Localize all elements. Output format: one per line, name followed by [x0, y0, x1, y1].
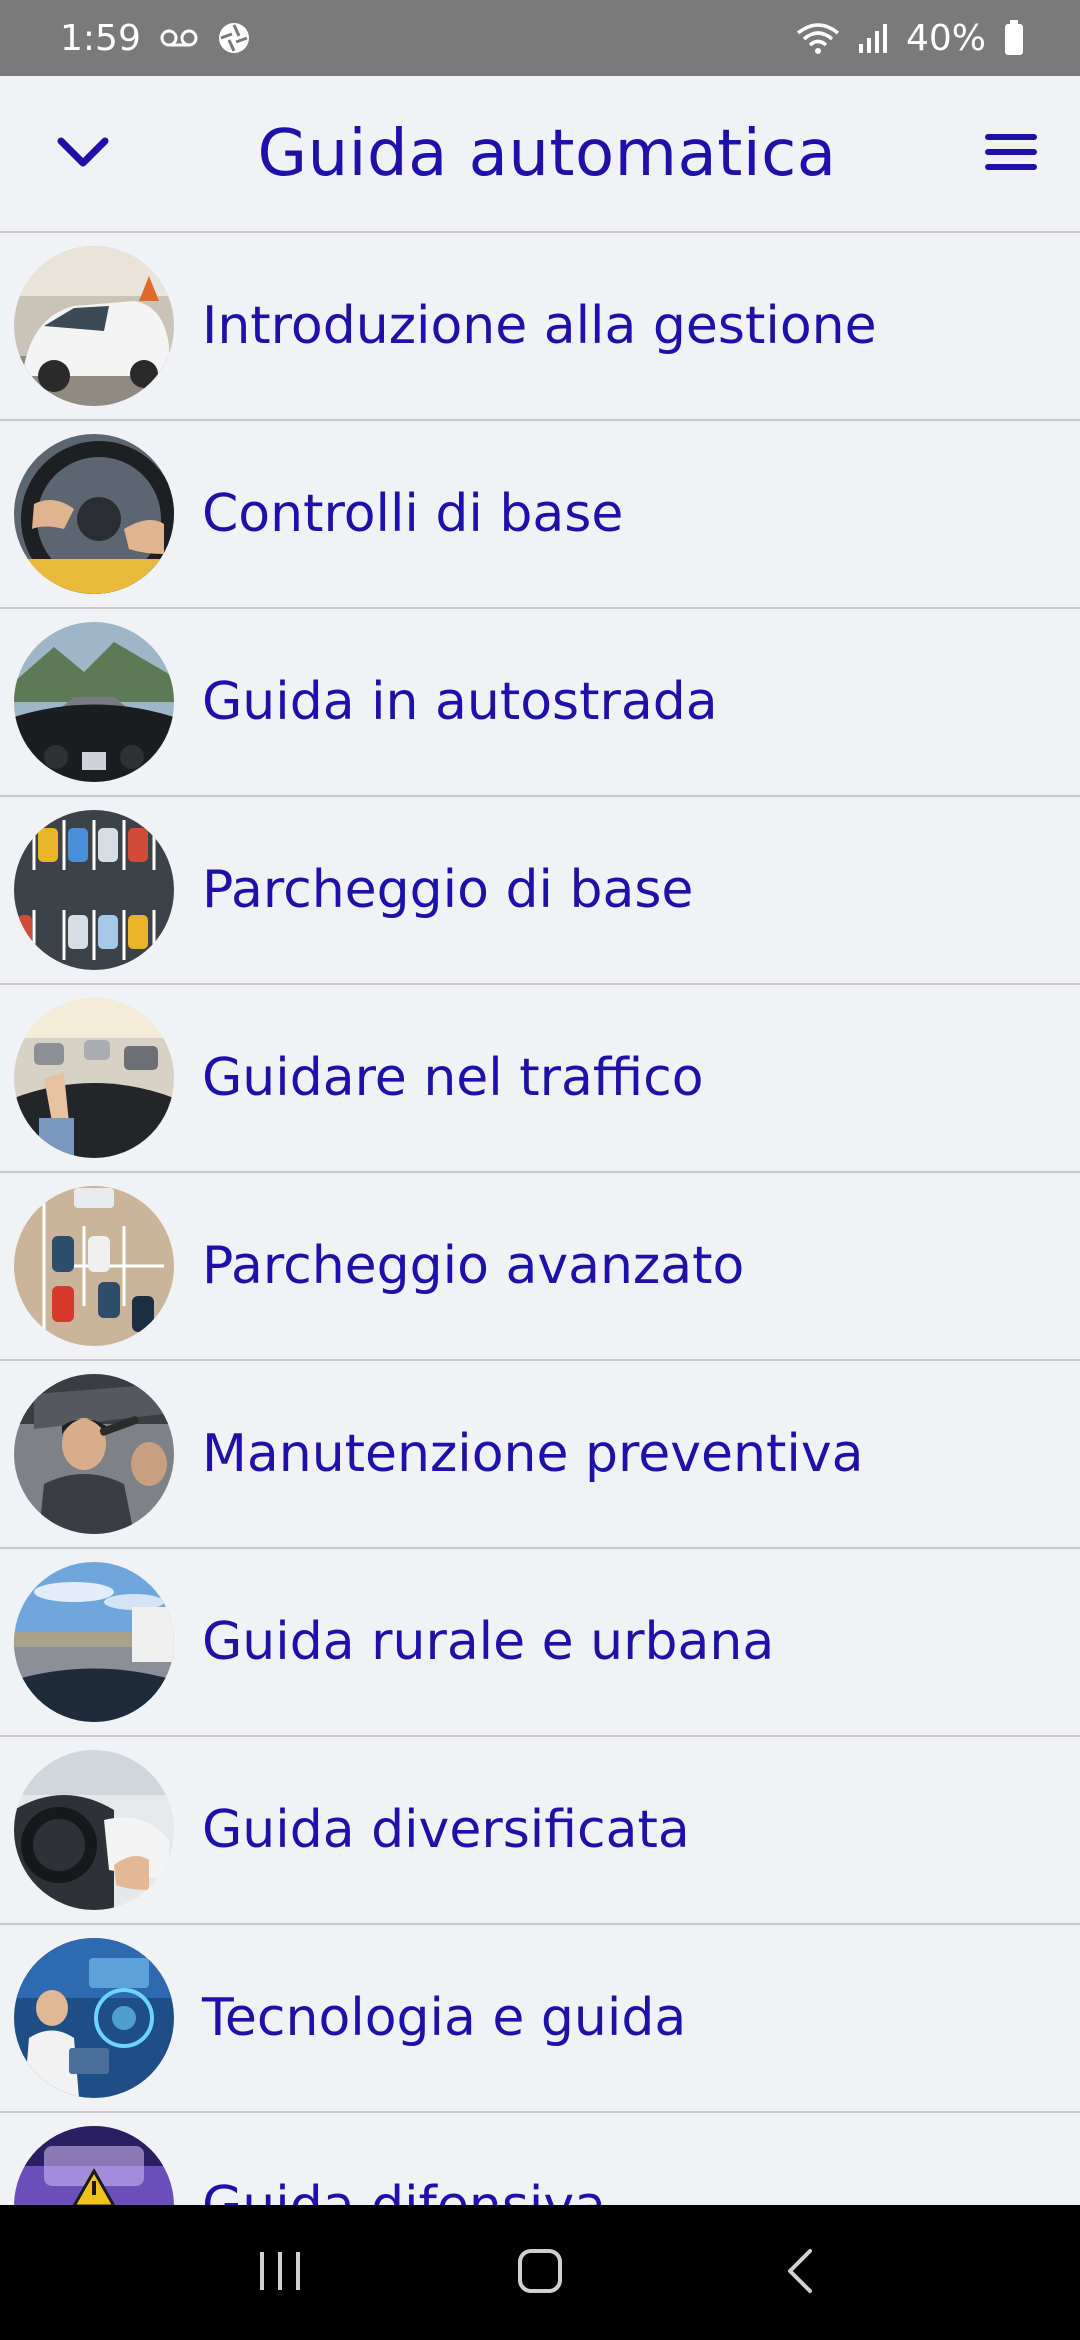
maintenance-thumbnail	[14, 1374, 174, 1534]
status-right: 40%	[796, 18, 1024, 59]
back-button[interactable]	[755, 2228, 845, 2318]
page-title: Guida automatica	[257, 116, 837, 191]
parking-aerial-thumbnail	[14, 1186, 174, 1346]
voicemail-icon	[159, 27, 199, 49]
status-left: 1:59	[60, 18, 251, 59]
camera-shutter-icon	[217, 21, 251, 55]
highway-thumbnail	[14, 622, 174, 782]
list-item-label: Guida diversificata	[202, 1800, 690, 1860]
list-item[interactable]: Tecnologia e guida	[0, 1925, 1080, 2113]
rural-road-thumbnail	[14, 1562, 174, 1722]
list-item-label: Manutenzione preventiva	[202, 1424, 864, 1484]
status-time: 1:59	[60, 17, 141, 59]
list-item-label: Guida difensiva	[202, 2176, 606, 2205]
list-item[interactable]: Manutenzione preventiva	[0, 1361, 1080, 1549]
dashboard-thumbnail	[14, 1750, 174, 1910]
steering-wheel-thumbnail	[14, 434, 174, 594]
system-nav-bar	[0, 2205, 1080, 2340]
wifi-icon	[796, 21, 840, 55]
menu-button[interactable]	[978, 121, 1044, 187]
list-item[interactable]: Guida difensiva	[0, 2113, 1080, 2205]
list-item-label: Guidare nel traffico	[202, 1048, 704, 1108]
lesson-list[interactable]: Introduzione alla gestione Controlli di …	[0, 233, 1080, 2205]
recents-icon	[257, 2250, 303, 2296]
list-item-label: Parcheggio di base	[202, 860, 694, 920]
traffic-thumbnail	[14, 998, 174, 1158]
list-item-label: Guida in autostrada	[202, 672, 718, 732]
list-item[interactable]: Guida rurale e urbana	[0, 1549, 1080, 1737]
list-item[interactable]: Parcheggio avanzato	[0, 1173, 1080, 1361]
parking-lot-thumbnail	[14, 810, 174, 970]
list-item[interactable]: Guidare nel traffico	[0, 985, 1080, 1173]
app-header: Guida automatica	[0, 76, 1080, 233]
list-item[interactable]: Guida in autostrada	[0, 609, 1080, 797]
list-item-label: Controlli di base	[202, 484, 624, 544]
list-item-label: Tecnologia e guida	[202, 1988, 687, 2048]
signal-icon	[858, 22, 888, 54]
menu-icon	[984, 132, 1038, 176]
tech-thumbnail	[14, 1938, 174, 2098]
list-item[interactable]: Guida diversificata	[0, 1737, 1080, 1925]
status-bar: 1:59 40%	[0, 0, 1080, 76]
home-icon	[516, 2247, 564, 2299]
car-thumbnail	[14, 246, 174, 406]
collapse-button[interactable]	[50, 121, 116, 187]
battery-percent: 40%	[905, 17, 986, 59]
chevron-down-icon	[57, 135, 109, 173]
list-item-label: Parcheggio avanzato	[202, 1236, 745, 1296]
home-button[interactable]	[495, 2228, 585, 2318]
defensive-thumbnail	[14, 2126, 174, 2205]
back-icon	[784, 2247, 816, 2299]
list-item[interactable]: Introduzione alla gestione	[0, 233, 1080, 421]
battery-icon	[1004, 20, 1024, 56]
list-item-label: Guida rurale e urbana	[202, 1612, 775, 1672]
list-item[interactable]: Controlli di base	[0, 421, 1080, 609]
recents-button[interactable]	[235, 2228, 325, 2318]
list-item[interactable]: Parcheggio di base	[0, 797, 1080, 985]
list-item-label: Introduzione alla gestione	[202, 296, 877, 356]
